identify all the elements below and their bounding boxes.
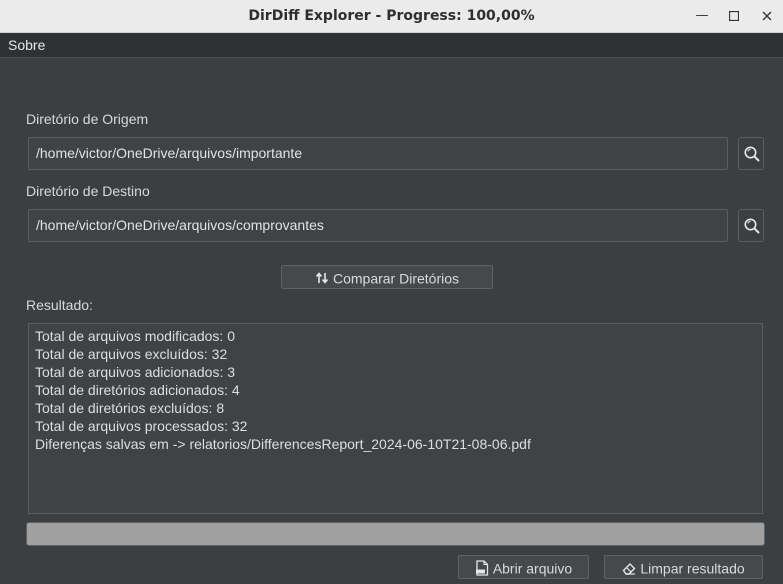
source-label: Diretório de Origem xyxy=(26,111,149,127)
destination-path-field[interactable]: /home/victor/OneDrive/arquivos/comprovan… xyxy=(28,209,728,242)
open-file-button[interactable]: Abrir arquivo xyxy=(458,555,589,579)
clear-result-label: Limpar resultado xyxy=(640,560,745,577)
source-path-field[interactable]: /home/victor/OneDrive/arquivos/important… xyxy=(28,137,728,170)
result-line: Total de arquivos processados: 32 xyxy=(35,418,248,434)
result-line: Total de arquivos adicionados: 3 xyxy=(35,364,236,380)
destination-browse-button[interactable] xyxy=(738,209,764,242)
menu-sobre[interactable]: Sobre xyxy=(8,33,45,57)
app-window: DirDiff Explorer - Progress: 100,00% — S… xyxy=(0,0,783,584)
eraser-icon xyxy=(622,563,636,575)
search-icon xyxy=(744,218,760,234)
result-line: Total de arquivos modificados: 0 xyxy=(35,328,235,344)
source-browse-button[interactable] xyxy=(738,137,764,170)
close-icon[interactable] xyxy=(755,4,779,28)
compare-button-label: Comparar Diretórios xyxy=(332,270,460,287)
minimize-icon[interactable]: — xyxy=(690,4,714,28)
pdf-file-icon xyxy=(475,560,488,576)
open-file-label: Abrir arquivo xyxy=(492,560,573,577)
destination-label: Diretório de Destino xyxy=(26,183,150,199)
swap-icon xyxy=(315,272,329,285)
result-line: Total de diretórios adicionados: 4 xyxy=(35,382,240,398)
window-title: DirDiff Explorer - Progress: 100,00% xyxy=(248,8,535,24)
progress-bar xyxy=(26,522,765,546)
result-label: Resultado: xyxy=(26,297,93,313)
search-icon xyxy=(744,146,760,162)
result-line: Total de arquivos excluídos: 32 xyxy=(35,346,228,362)
menu-bar: Sobre xyxy=(0,33,783,58)
result-text-area[interactable]: Total de arquivos modificados: 0 Total d… xyxy=(28,323,763,514)
compare-directories-button[interactable]: Comparar Diretórios xyxy=(281,265,493,289)
title-bar: DirDiff Explorer - Progress: 100,00% — xyxy=(0,0,783,33)
clear-result-button[interactable]: Limpar resultado xyxy=(604,555,763,579)
maximize-icon[interactable] xyxy=(722,4,746,28)
result-line: Diferenças salvas em -> relatorios/Diffe… xyxy=(35,436,531,452)
progress-fill xyxy=(27,523,764,545)
result-line: Total de diretórios excluídos: 8 xyxy=(35,400,225,416)
